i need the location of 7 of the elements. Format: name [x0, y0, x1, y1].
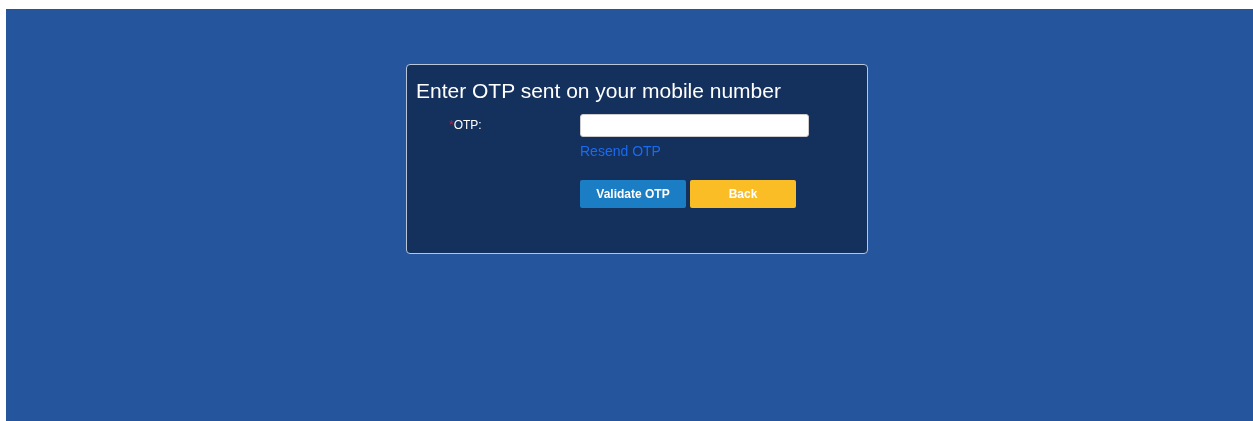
required-mark: *	[449, 118, 454, 132]
back-button[interactable]: Back	[690, 180, 796, 208]
resend-link[interactable]: Resend OTP	[580, 143, 661, 159]
dialog-title: Enter OTP sent on your mobile number	[416, 79, 782, 103]
field-label: OTP:	[453, 118, 482, 132]
validate-button[interactable]: Validate OTP	[580, 180, 686, 208]
otp-input-field[interactable]	[580, 114, 809, 137]
